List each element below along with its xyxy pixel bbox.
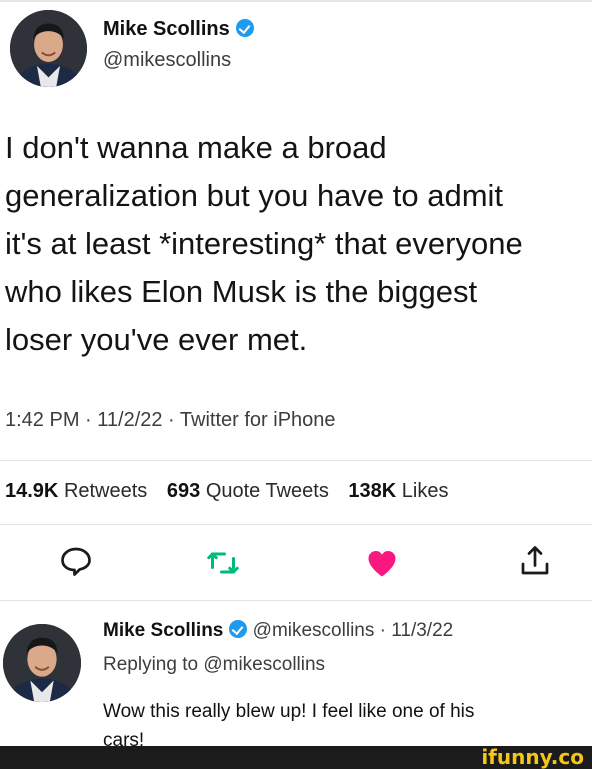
retweets-stat[interactable]: 14.9K Retweets xyxy=(5,480,147,502)
tweet-text-line: generalization but you have to admit xyxy=(5,178,504,213)
tweet-text-line: it's at least *interesting* that everyon… xyxy=(5,226,523,261)
reply-text-line: Wow this really blew up! I feel like one… xyxy=(103,701,475,722)
quote-tweets-stat[interactable]: 693 Quote Tweets xyxy=(167,480,329,502)
author-name[interactable]: Mike Scollins xyxy=(103,18,254,41)
reply-avatar[interactable] xyxy=(3,624,81,702)
replying-to: Replying to @mikescollins xyxy=(103,654,326,675)
author-handle[interactable]: @mikescollins xyxy=(103,49,231,72)
watermark-bar: ifunny.co xyxy=(0,746,592,769)
tweet-text-line: I don't wanna make a broad xyxy=(5,130,387,165)
tweet-stats: 14.9K Retweets 693 Quote Tweets 138K Lik… xyxy=(5,480,449,503)
heart-icon xyxy=(368,551,396,577)
avatar[interactable] xyxy=(10,10,87,87)
speech-bubble-icon xyxy=(61,547,91,576)
tweet-text-line: who likes Elon Musk is the biggest xyxy=(5,274,478,309)
replying-to-mention[interactable]: @mikescollins xyxy=(203,654,325,675)
like-button[interactable] xyxy=(364,545,400,581)
likes-stat[interactable]: 138K Likes xyxy=(348,480,448,502)
reply-header: Mike Scollins @mikescollins · 11/3/22 xyxy=(103,620,453,642)
reply-handle-date[interactable]: @mikescollins · 11/3/22 xyxy=(253,620,454,641)
reply-button[interactable] xyxy=(58,543,94,579)
tweet-text-line: loser you've ever met. xyxy=(5,322,308,357)
tweet-timestamp[interactable]: 1:42 PM · 11/2/22 · Twitter for iPhone xyxy=(5,409,336,432)
verified-badge-icon xyxy=(229,620,248,638)
divider xyxy=(0,460,592,461)
top-border xyxy=(0,0,592,2)
retweet-button[interactable] xyxy=(205,545,241,581)
retweet-icon xyxy=(207,552,239,574)
share-icon xyxy=(521,546,549,575)
divider xyxy=(0,524,592,525)
share-button[interactable] xyxy=(517,543,553,579)
tweet-text: I don't wanna make a broad generalizatio… xyxy=(5,124,592,364)
divider xyxy=(0,600,592,601)
verified-badge-icon xyxy=(235,19,254,37)
reply-author-name[interactable]: Mike Scollins xyxy=(103,620,223,641)
ifunny-watermark: ifunny.co xyxy=(481,745,584,769)
